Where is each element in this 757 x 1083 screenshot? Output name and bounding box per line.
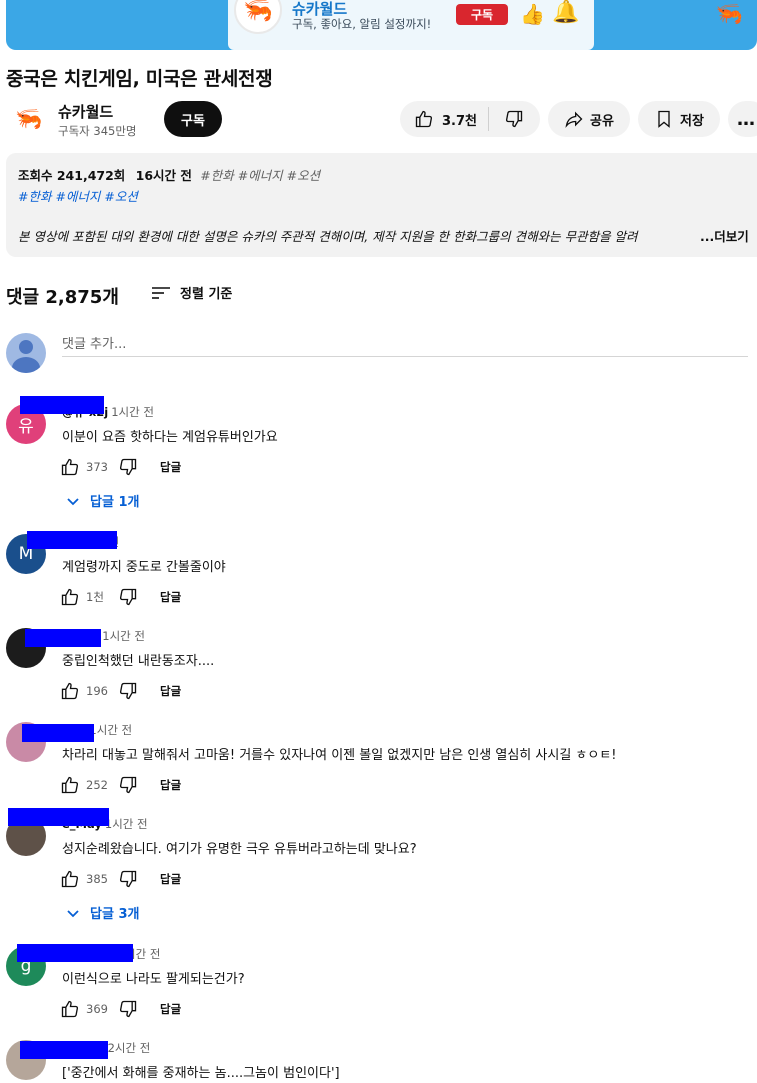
replies-label: 답글 1개 (90, 495, 140, 510)
sort-label: 정렬 기준 (180, 287, 233, 302)
thumbs-down-icon[interactable] (118, 457, 138, 477)
comment-text: ['중간에서 화해를 중재하는 놈....그놈이 범인이다'] (62, 1066, 340, 1081)
thumbs-up-icon[interactable] (60, 775, 80, 795)
comment-time[interactable]: 1시간 전 (89, 723, 132, 737)
current-user-avatar (6, 333, 46, 373)
reply-button[interactable]: 답글 (160, 683, 181, 699)
save-button[interactable]: 저장 (638, 101, 720, 137)
share-label: 공유 (590, 113, 614, 129)
thumbs-up-icon[interactable] (60, 869, 80, 889)
view-replies-button[interactable]: 답글 3개 (66, 903, 139, 922)
reply-button[interactable]: 답글 (160, 777, 181, 793)
bell-icon: 🔔 (552, 0, 580, 25)
sort-icon (150, 284, 172, 302)
redaction-box (27, 531, 117, 549)
banner-subscribe-badge: 구독 (456, 4, 508, 25)
more-actions-button[interactable]: … (728, 101, 757, 137)
comment-actions: 196 답글 (60, 681, 181, 701)
chevron-down-icon (66, 906, 80, 920)
redaction-box (17, 944, 133, 962)
comment-count: 댓글 2,875개 (6, 287, 119, 308)
comment-actions: 373 답글 (60, 457, 181, 477)
view-count: 조회수 241,472회 (18, 168, 126, 183)
comment-actions: 385 답글 (60, 869, 181, 889)
shrimp-icon: 🦐 (715, 2, 743, 27)
reply-button[interactable]: 답글 (160, 871, 181, 887)
show-more-button[interactable]: ...더보기 (700, 226, 749, 245)
comment-text: 계엄령까지 중도로 간볼줄이야 (62, 560, 226, 575)
video-title: 중국은 치킨게임, 미국은 관세전쟁 (6, 68, 273, 90)
comment-time[interactable]: 1시간 전 (102, 629, 145, 643)
dislike-button[interactable] (489, 109, 539, 129)
add-comment-input[interactable]: 댓글 추가... (62, 333, 748, 357)
share-icon (564, 109, 584, 129)
view-replies-button[interactable]: 답글 1개 (66, 491, 139, 510)
thumbs-down-icon[interactable] (118, 681, 138, 701)
comment-actions: 369 답글 (60, 999, 181, 1019)
reply-button[interactable]: 답글 (160, 589, 181, 605)
comment-text: 이런식으로 나라도 팔게되는건가? (62, 972, 245, 987)
comment-like-count: 196 (86, 684, 108, 698)
thumbs-down-icon[interactable] (118, 587, 138, 607)
description-meta: 조회수 241,472회 16시간 전 #한화 #에너지 #오션 (18, 165, 320, 184)
comment-time[interactable]: 1시간 전 (111, 405, 154, 419)
comment-like-count: 373 (86, 460, 108, 474)
subscribe-button[interactable]: 구독 (164, 101, 222, 137)
redaction-box (20, 396, 104, 414)
comment-like-count: 385 (86, 872, 108, 886)
thumbs-up-icon[interactable] (60, 457, 80, 477)
like-dislike-group: 3.7천 (400, 101, 540, 137)
comment-text: 이분이 요즘 핫하다는 계엄유튜버인가요 (62, 430, 278, 445)
redaction-box (8, 808, 109, 826)
description-top-tags[interactable]: #한화 #에너지 #오션 (200, 168, 320, 183)
description-hashtags[interactable]: #한화 #에너지 #오션 (18, 186, 138, 205)
bookmark-icon (654, 109, 674, 129)
like-count: 3.7천 (442, 113, 477, 129)
description-box[interactable]: 조회수 241,472회 16시간 전 #한화 #에너지 #오션 #한화 #에너… (6, 153, 757, 257)
reply-button[interactable]: 답글 (160, 1001, 181, 1017)
like-button[interactable]: 3.7천 (400, 109, 488, 129)
save-label: 저장 (680, 113, 704, 129)
description-text: 본 영상에 포함된 대외 환경에 대한 설명은 슈카의 주관적 견해이며, 제작… (18, 229, 638, 244)
thumbs-down-icon[interactable] (118, 999, 138, 1019)
thumbs-down-icon[interactable] (118, 775, 138, 795)
avatar-letter: 유 (18, 416, 34, 437)
thumbs-up-icon[interactable] (60, 681, 80, 701)
thumbs-down-icon (504, 109, 524, 129)
thumbs-down-icon[interactable] (118, 869, 138, 889)
redaction-box (20, 1041, 108, 1059)
replies-label: 답글 3개 (90, 907, 140, 922)
comment-like-count: 369 (86, 1002, 108, 1016)
redaction-box (22, 724, 94, 742)
chevron-down-icon (66, 494, 80, 508)
comment-time[interactable]: 2시간 전 (108, 1041, 151, 1055)
thumbs-up-icon[interactable] (60, 587, 80, 607)
thumbs-up-icon: 👍 (520, 2, 545, 26)
thumbs-up-icon[interactable] (60, 999, 80, 1019)
redaction-box (25, 629, 101, 647)
upload-age: 16시간 전 (135, 168, 192, 183)
subscriber-count: 구독자 345만명 (58, 124, 137, 138)
comment-actions: 252 답글 (60, 775, 181, 795)
comment-actions: 1천 답글 (60, 587, 181, 607)
comment-like-count: 252 (86, 778, 108, 792)
thumbs-up-icon (414, 109, 434, 129)
sort-button[interactable]: 정렬 기준 (150, 283, 232, 302)
channel-avatar[interactable]: 🦐 (12, 102, 46, 136)
banner-subtitle: 구독, 좋아요, 알림 설정까지! (292, 17, 432, 31)
channel-banner: 🦐 슈카월드 구독, 좋아요, 알림 설정까지! 구독 👍 🔔 🦐 (6, 0, 757, 50)
comment-time[interactable]: 1시간 전 (105, 817, 148, 831)
more-icon: … (737, 108, 755, 130)
reply-button[interactable]: 답글 (160, 459, 181, 475)
comment-like-count: 1천 (86, 590, 104, 604)
share-button[interactable]: 공유 (548, 101, 630, 137)
channel-name[interactable]: 슈카월드 (58, 101, 113, 122)
comment-text: 차라리 대놓고 말해줘서 고마움! 거를수 있자나여 이젠 볼일 없겠지만 남은… (62, 748, 617, 763)
comment-text: 중립인척했던 내란동조자.... (62, 654, 215, 669)
comment-text: 성지순례왔습니다. 여기가 유명한 극우 유튜버라고하는데 맞나요? (62, 842, 417, 857)
